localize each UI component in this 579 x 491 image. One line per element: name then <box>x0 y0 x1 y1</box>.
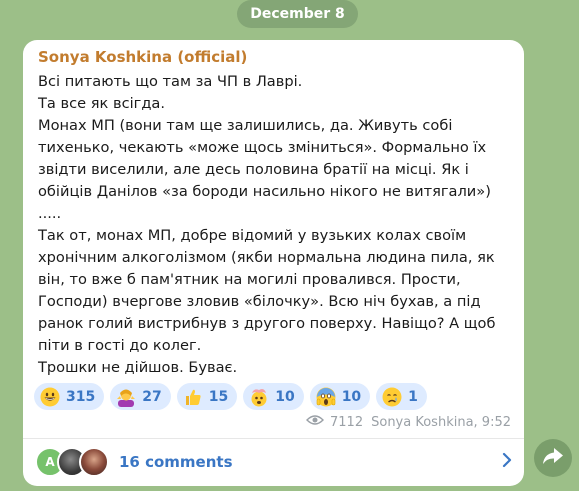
post-line: Так от, монах МП, добре відомий у вузьки… <box>38 227 467 244</box>
post-meta: 7112 Sonya Koshkina, 9:52 <box>306 414 511 430</box>
avatar <box>79 446 109 477</box>
channel-post: Sonya Koshkina (official) Всі питають що… <box>23 40 524 486</box>
exploding-head-icon <box>249 387 269 407</box>
comments-button[interactable]: A 16 comments <box>35 445 512 478</box>
post-line: піти в гості до колег. <box>38 337 202 354</box>
post-signature: Sonya Koshkina, 9:52 <box>371 414 511 430</box>
reaction-count: 10 <box>275 388 295 405</box>
grinning-face-icon <box>40 387 60 407</box>
views-count: 7112 <box>330 414 364 430</box>
chevron-right-icon <box>502 452 512 472</box>
reaction-count: 10 <box>341 388 362 405</box>
reactions-bar: 315 27 15 10 10 1 <box>34 383 427 410</box>
post-line: ..... <box>38 205 62 222</box>
post-author[interactable]: Sonya Koshkina (official) <box>38 48 247 66</box>
reaction-shrug[interactable]: 27 <box>110 383 171 410</box>
reaction-count: 315 <box>66 388 96 405</box>
reaction-count: 1 <box>408 388 418 405</box>
post-line: Трошки не дійшов. Буває. <box>38 359 238 376</box>
commenter-avatars: A <box>35 446 109 477</box>
post-line: хронічним алкоголізмом (якби нормальна л… <box>38 249 495 266</box>
reaction-screaming[interactable]: 10 <box>309 383 371 410</box>
reaction-thumbs-up[interactable]: 15 <box>176 383 238 410</box>
post-line: тихенько, чекають «може щось зміниться».… <box>38 139 487 156</box>
reaction-count: 27 <box>142 388 162 405</box>
post-line: він, то вже б пам'ятник на могилі провал… <box>38 271 461 288</box>
eye-icon <box>306 414 325 430</box>
post-line: ранок голий вистрибнув з другого поверху… <box>38 315 496 332</box>
post-line: звідти виселили, але десь половина браті… <box>38 161 469 178</box>
share-button[interactable] <box>534 439 572 477</box>
reaction-exploding-head[interactable]: 10 <box>243 383 304 410</box>
post-text: Всі питають що там за ЧП в Лаврі. Та все… <box>38 71 518 379</box>
thumbs-up-icon <box>183 387 203 407</box>
screaming-face-icon <box>316 387 336 407</box>
reaction-crying[interactable]: 1 <box>376 383 427 410</box>
date-separator: December 8 <box>237 0 358 28</box>
post-line: Та все як всігда. <box>38 95 165 112</box>
post-line: Монах МП (вони там ще залишились, да. Жи… <box>38 117 453 134</box>
reaction-grinning[interactable]: 315 <box>34 383 105 410</box>
comments-label: 16 comments <box>119 452 233 471</box>
post-line: Господи) вчергове зловив «білочку». Всю … <box>38 293 481 310</box>
share-arrow-icon <box>542 447 564 469</box>
post-line: обійців Данілов «за бороди насильно ніко… <box>38 183 491 200</box>
post-line: Всі питають що там за ЧП в Лаврі. <box>38 73 303 90</box>
divider <box>23 438 524 439</box>
woman-shrugging-icon <box>116 387 136 407</box>
crying-face-icon <box>382 387 402 407</box>
avatar-letter: A <box>45 454 55 469</box>
reaction-count: 15 <box>208 388 229 405</box>
